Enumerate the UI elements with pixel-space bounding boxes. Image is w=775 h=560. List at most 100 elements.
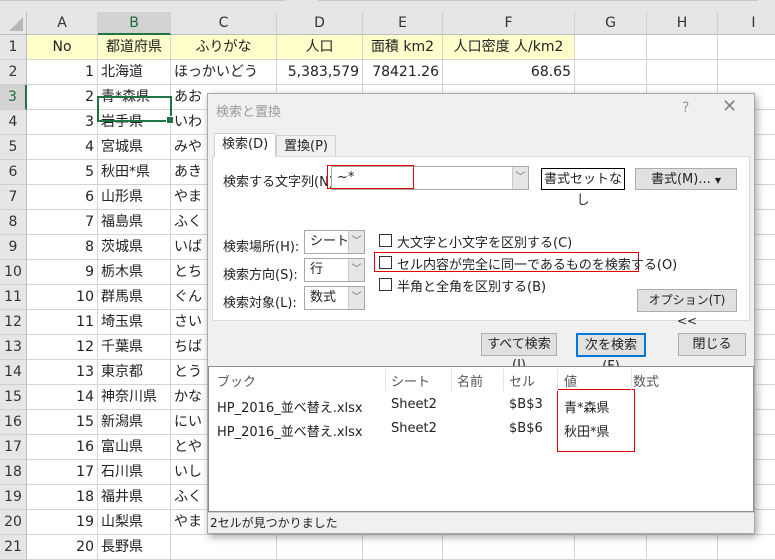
select-all-corner[interactable] [0,12,27,35]
cell-A4[interactable]: 3 [27,110,98,135]
tab-replace[interactable]: 置換(P) [276,135,336,157]
cell-A1[interactable]: No [27,35,98,60]
cell-H21[interactable] [647,535,718,560]
cell-A5[interactable]: 4 [27,135,98,160]
cell-A19[interactable]: 18 [27,485,98,510]
cell-A15[interactable]: 14 [27,385,98,410]
match-byte-checkbox[interactable] [379,278,392,291]
cell-B16[interactable]: 新潟県 [98,410,171,435]
row-header-5[interactable]: 5 [0,135,27,160]
cell-D1[interactable]: 人口 [277,35,363,60]
cell-B12[interactable]: 埼玉県 [98,310,171,335]
row-header-15[interactable]: 15 [0,385,27,410]
cell-C1[interactable]: ふりがな [171,35,277,60]
cell-C2[interactable]: ほっかいどう [171,60,277,85]
cell-H1[interactable] [647,35,718,60]
cell-B11[interactable]: 群馬県 [98,285,171,310]
no-format-set-button[interactable]: 書式セットなし [541,168,625,208]
cell-F21[interactable] [443,535,575,560]
row-header-21[interactable]: 21 [0,535,27,560]
cell-B1[interactable]: 都道府県 [98,35,171,60]
cell-C21[interactable] [171,535,277,560]
column-header-A[interactable]: A [27,12,98,35]
match-case-checkbox[interactable] [379,234,392,247]
help-button[interactable]: ? [682,100,689,116]
close-icon[interactable]: ✕ [722,96,737,117]
search-select[interactable]: 行 ﹀ [304,258,365,282]
row-header-8[interactable]: 8 [0,210,27,235]
cell-A11[interactable]: 10 [27,285,98,310]
cell-A20[interactable]: 19 [27,510,98,535]
cell-E21[interactable] [363,535,443,560]
cell-B19[interactable]: 福井県 [98,485,171,510]
column-header-C[interactable]: C [171,12,277,35]
column-header-H[interactable]: H [647,12,718,35]
cell-A2[interactable]: 1 [27,60,98,85]
column-header-E[interactable]: E [363,12,443,35]
cell-B8[interactable]: 福島県 [98,210,171,235]
within-select[interactable]: シート ﹀ [304,230,365,254]
cell-B17[interactable]: 富山県 [98,435,171,460]
cell-B13[interactable]: 千葉県 [98,335,171,360]
cell-A3[interactable]: 2 [27,85,98,110]
row-header-17[interactable]: 17 [0,435,27,460]
row-header-7[interactable]: 7 [0,185,27,210]
cell-A7[interactable]: 6 [27,185,98,210]
row-header-19[interactable]: 19 [0,485,27,510]
cell-F1[interactable]: 人口密度 人/km2 [443,35,575,60]
cell-A9[interactable]: 8 [27,235,98,260]
cell-D21[interactable] [277,535,363,560]
row-header-13[interactable]: 13 [0,335,27,360]
cell-B7[interactable]: 山形県 [98,185,171,210]
cell-A21[interactable]: 20 [27,535,98,560]
result-row[interactable]: HP_2016_並べ替え.xlsx Sheet2 $B$6 秋田*県 [209,419,753,441]
cell-D2[interactable]: 5,383,579 [277,60,363,85]
row-header-10[interactable]: 10 [0,260,27,285]
cell-H2[interactable] [647,60,718,85]
tab-find[interactable]: 検索(D) [214,133,277,157]
cell-B21[interactable]: 長野県 [98,535,171,560]
row-header-16[interactable]: 16 [0,410,27,435]
cell-I21[interactable] [718,535,775,560]
row-header-20[interactable]: 20 [0,510,27,535]
row-header-11[interactable]: 11 [0,285,27,310]
row-header-6[interactable]: 6 [0,160,27,185]
cell-B9[interactable]: 茨城県 [98,235,171,260]
row-header-3[interactable]: 3 [0,85,27,110]
find-next-button[interactable]: 次を検索(F) [576,333,646,374]
column-header-D[interactable]: D [277,12,363,35]
cell-A10[interactable]: 9 [27,260,98,285]
cell-G21[interactable] [575,535,647,560]
cell-A8[interactable]: 7 [27,210,98,235]
cell-E1[interactable]: 面積 km2 [363,35,443,60]
cell-A6[interactable]: 5 [27,160,98,185]
cell-A12[interactable]: 11 [27,310,98,335]
cell-A14[interactable]: 13 [27,360,98,385]
row-header-18[interactable]: 18 [0,460,27,485]
column-header-G[interactable]: G [575,12,647,35]
row-header-9[interactable]: 9 [0,235,27,260]
options-button[interactable]: オプション(T) << [637,289,737,328]
row-header-1[interactable]: 1 [0,35,27,60]
cell-A18[interactable]: 17 [27,460,98,485]
cell-B20[interactable]: 山梨県 [98,510,171,535]
cell-I1[interactable] [718,35,775,60]
cell-E2[interactable]: 78421.26 [363,60,443,85]
row-header-12[interactable]: 12 [0,310,27,335]
results-list[interactable]: ブック シート 名前 セル 値 数式 HP_2016_並べ替え.xlsx Sheet2 $B$3… [208,366,758,512]
cell-B10[interactable]: 栃木県 [98,260,171,285]
match-entire-cell-checkbox[interactable] [379,256,392,269]
chevron-down-icon[interactable]: ﹀ [512,167,528,189]
cell-F2[interactable]: 68.65 [443,60,575,85]
find-all-button[interactable]: すべて検索(I) [481,333,557,373]
cell-G2[interactable] [575,60,647,85]
cell-I2[interactable] [718,60,775,85]
row-header-4[interactable]: 4 [0,110,27,135]
cell-A17[interactable]: 16 [27,435,98,460]
cell-G1[interactable] [575,35,647,60]
column-header-B[interactable]: B [98,12,171,35]
cell-B15[interactable]: 神奈川県 [98,385,171,410]
cell-B14[interactable]: 東京都 [98,360,171,385]
cell-B6[interactable]: 秋田*県 [98,160,171,185]
cell-B18[interactable]: 石川県 [98,460,171,485]
